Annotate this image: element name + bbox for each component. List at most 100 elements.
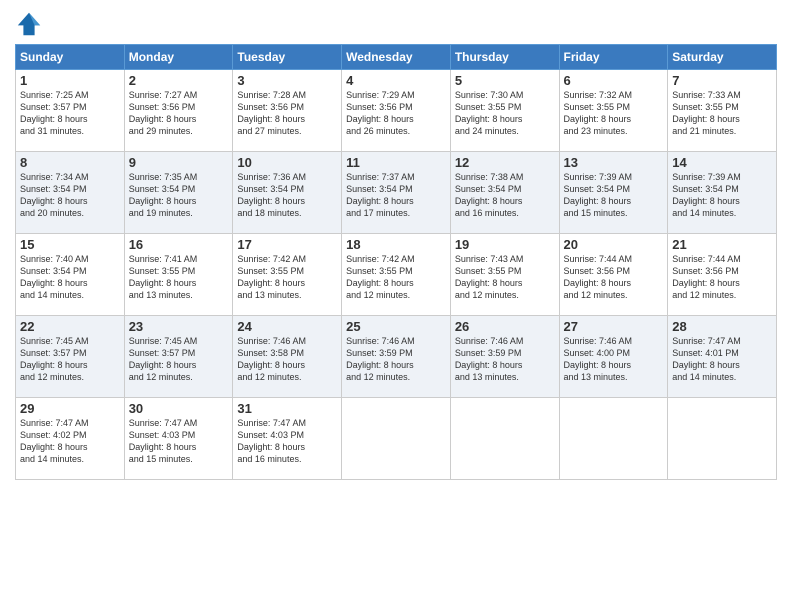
header (15, 10, 777, 38)
day-info: Sunrise: 7:37 AM Sunset: 3:54 PM Dayligh… (346, 171, 446, 220)
day-number: 10 (237, 155, 337, 170)
col-header-saturday: Saturday (668, 45, 777, 70)
day-cell: 5Sunrise: 7:30 AM Sunset: 3:55 PM Daylig… (450, 70, 559, 152)
day-cell (450, 398, 559, 480)
day-info: Sunrise: 7:44 AM Sunset: 3:56 PM Dayligh… (564, 253, 664, 302)
day-info: Sunrise: 7:45 AM Sunset: 3:57 PM Dayligh… (129, 335, 229, 384)
day-info: Sunrise: 7:46 AM Sunset: 3:59 PM Dayligh… (455, 335, 555, 384)
day-cell: 28Sunrise: 7:47 AM Sunset: 4:01 PM Dayli… (668, 316, 777, 398)
day-number: 23 (129, 319, 229, 334)
day-cell: 11Sunrise: 7:37 AM Sunset: 3:54 PM Dayli… (342, 152, 451, 234)
day-number: 29 (20, 401, 120, 416)
day-info: Sunrise: 7:40 AM Sunset: 3:54 PM Dayligh… (20, 253, 120, 302)
day-cell: 1Sunrise: 7:25 AM Sunset: 3:57 PM Daylig… (16, 70, 125, 152)
col-header-friday: Friday (559, 45, 668, 70)
day-number: 15 (20, 237, 120, 252)
day-cell: 15Sunrise: 7:40 AM Sunset: 3:54 PM Dayli… (16, 234, 125, 316)
day-number: 13 (564, 155, 664, 170)
day-number: 4 (346, 73, 446, 88)
day-cell: 3Sunrise: 7:28 AM Sunset: 3:56 PM Daylig… (233, 70, 342, 152)
day-cell: 26Sunrise: 7:46 AM Sunset: 3:59 PM Dayli… (450, 316, 559, 398)
day-info: Sunrise: 7:25 AM Sunset: 3:57 PM Dayligh… (20, 89, 120, 138)
day-number: 25 (346, 319, 446, 334)
week-row-0: 1Sunrise: 7:25 AM Sunset: 3:57 PM Daylig… (16, 70, 777, 152)
day-cell: 8Sunrise: 7:34 AM Sunset: 3:54 PM Daylig… (16, 152, 125, 234)
day-cell (342, 398, 451, 480)
day-number: 28 (672, 319, 772, 334)
week-row-2: 15Sunrise: 7:40 AM Sunset: 3:54 PM Dayli… (16, 234, 777, 316)
day-info: Sunrise: 7:45 AM Sunset: 3:57 PM Dayligh… (20, 335, 120, 384)
col-header-monday: Monday (124, 45, 233, 70)
day-number: 12 (455, 155, 555, 170)
col-header-wednesday: Wednesday (342, 45, 451, 70)
day-info: Sunrise: 7:33 AM Sunset: 3:55 PM Dayligh… (672, 89, 772, 138)
day-number: 6 (564, 73, 664, 88)
day-number: 30 (129, 401, 229, 416)
day-info: Sunrise: 7:32 AM Sunset: 3:55 PM Dayligh… (564, 89, 664, 138)
day-cell: 24Sunrise: 7:46 AM Sunset: 3:58 PM Dayli… (233, 316, 342, 398)
day-info: Sunrise: 7:39 AM Sunset: 3:54 PM Dayligh… (672, 171, 772, 220)
calendar: SundayMondayTuesdayWednesdayThursdayFrid… (15, 44, 777, 480)
day-number: 27 (564, 319, 664, 334)
day-number: 9 (129, 155, 229, 170)
day-cell: 16Sunrise: 7:41 AM Sunset: 3:55 PM Dayli… (124, 234, 233, 316)
day-number: 22 (20, 319, 120, 334)
day-cell: 17Sunrise: 7:42 AM Sunset: 3:55 PM Dayli… (233, 234, 342, 316)
day-info: Sunrise: 7:41 AM Sunset: 3:55 PM Dayligh… (129, 253, 229, 302)
day-number: 1 (20, 73, 120, 88)
day-cell: 14Sunrise: 7:39 AM Sunset: 3:54 PM Dayli… (668, 152, 777, 234)
header-row: SundayMondayTuesdayWednesdayThursdayFrid… (16, 45, 777, 70)
day-cell: 20Sunrise: 7:44 AM Sunset: 3:56 PM Dayli… (559, 234, 668, 316)
day-cell: 7Sunrise: 7:33 AM Sunset: 3:55 PM Daylig… (668, 70, 777, 152)
day-info: Sunrise: 7:43 AM Sunset: 3:55 PM Dayligh… (455, 253, 555, 302)
day-cell: 22Sunrise: 7:45 AM Sunset: 3:57 PM Dayli… (16, 316, 125, 398)
day-number: 5 (455, 73, 555, 88)
day-info: Sunrise: 7:34 AM Sunset: 3:54 PM Dayligh… (20, 171, 120, 220)
day-cell: 25Sunrise: 7:46 AM Sunset: 3:59 PM Dayli… (342, 316, 451, 398)
day-info: Sunrise: 7:46 AM Sunset: 3:59 PM Dayligh… (346, 335, 446, 384)
day-info: Sunrise: 7:36 AM Sunset: 3:54 PM Dayligh… (237, 171, 337, 220)
day-info: Sunrise: 7:42 AM Sunset: 3:55 PM Dayligh… (237, 253, 337, 302)
day-number: 2 (129, 73, 229, 88)
day-cell: 18Sunrise: 7:42 AM Sunset: 3:55 PM Dayli… (342, 234, 451, 316)
logo-icon (15, 10, 43, 38)
day-info: Sunrise: 7:27 AM Sunset: 3:56 PM Dayligh… (129, 89, 229, 138)
day-cell: 12Sunrise: 7:38 AM Sunset: 3:54 PM Dayli… (450, 152, 559, 234)
day-number: 14 (672, 155, 772, 170)
day-cell: 31Sunrise: 7:47 AM Sunset: 4:03 PM Dayli… (233, 398, 342, 480)
day-cell (668, 398, 777, 480)
day-cell: 27Sunrise: 7:46 AM Sunset: 4:00 PM Dayli… (559, 316, 668, 398)
day-info: Sunrise: 7:47 AM Sunset: 4:03 PM Dayligh… (129, 417, 229, 466)
day-info: Sunrise: 7:46 AM Sunset: 4:00 PM Dayligh… (564, 335, 664, 384)
day-number: 18 (346, 237, 446, 252)
col-header-tuesday: Tuesday (233, 45, 342, 70)
day-number: 17 (237, 237, 337, 252)
day-cell: 23Sunrise: 7:45 AM Sunset: 3:57 PM Dayli… (124, 316, 233, 398)
day-cell: 4Sunrise: 7:29 AM Sunset: 3:56 PM Daylig… (342, 70, 451, 152)
col-header-sunday: Sunday (16, 45, 125, 70)
day-cell (559, 398, 668, 480)
day-number: 21 (672, 237, 772, 252)
day-number: 20 (564, 237, 664, 252)
day-info: Sunrise: 7:29 AM Sunset: 3:56 PM Dayligh… (346, 89, 446, 138)
day-info: Sunrise: 7:28 AM Sunset: 3:56 PM Dayligh… (237, 89, 337, 138)
day-number: 11 (346, 155, 446, 170)
day-info: Sunrise: 7:42 AM Sunset: 3:55 PM Dayligh… (346, 253, 446, 302)
day-info: Sunrise: 7:47 AM Sunset: 4:01 PM Dayligh… (672, 335, 772, 384)
day-info: Sunrise: 7:30 AM Sunset: 3:55 PM Dayligh… (455, 89, 555, 138)
week-row-4: 29Sunrise: 7:47 AM Sunset: 4:02 PM Dayli… (16, 398, 777, 480)
day-cell: 9Sunrise: 7:35 AM Sunset: 3:54 PM Daylig… (124, 152, 233, 234)
day-number: 3 (237, 73, 337, 88)
day-number: 8 (20, 155, 120, 170)
day-number: 26 (455, 319, 555, 334)
day-cell: 10Sunrise: 7:36 AM Sunset: 3:54 PM Dayli… (233, 152, 342, 234)
day-cell: 21Sunrise: 7:44 AM Sunset: 3:56 PM Dayli… (668, 234, 777, 316)
day-info: Sunrise: 7:46 AM Sunset: 3:58 PM Dayligh… (237, 335, 337, 384)
day-number: 31 (237, 401, 337, 416)
day-info: Sunrise: 7:47 AM Sunset: 4:03 PM Dayligh… (237, 417, 337, 466)
day-number: 19 (455, 237, 555, 252)
week-row-1: 8Sunrise: 7:34 AM Sunset: 3:54 PM Daylig… (16, 152, 777, 234)
day-info: Sunrise: 7:39 AM Sunset: 3:54 PM Dayligh… (564, 171, 664, 220)
day-info: Sunrise: 7:35 AM Sunset: 3:54 PM Dayligh… (129, 171, 229, 220)
day-number: 7 (672, 73, 772, 88)
